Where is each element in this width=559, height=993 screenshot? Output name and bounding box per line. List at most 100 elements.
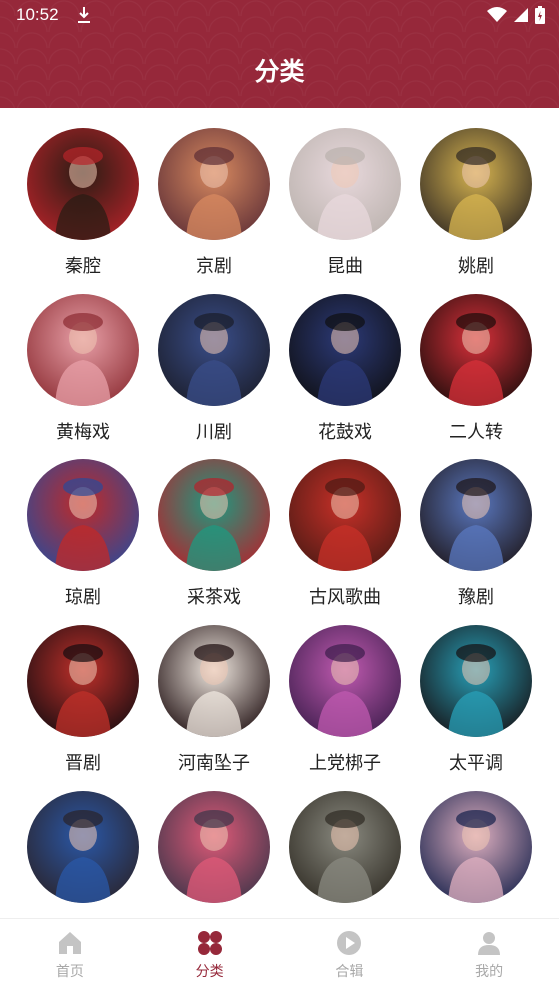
nav-collection-label: 合辑 [335, 964, 364, 980]
opera-photo [27, 791, 139, 903]
category-thumbnail[interactable] [158, 791, 270, 903]
opera-photo [420, 791, 532, 903]
home-icon [58, 932, 81, 954]
opera-photo [289, 459, 401, 571]
category-thumbnail[interactable] [420, 128, 532, 240]
category-thumbnail[interactable] [27, 791, 139, 903]
category-item[interactable]: 河南坠子 [144, 625, 284, 775]
category-thumbnail[interactable] [27, 625, 139, 737]
category-label: 姚剧 [458, 256, 494, 277]
status-icons [487, 6, 545, 24]
category-thumbnail[interactable] [289, 294, 401, 406]
category-grid[interactable]: 秦腔 京剧 昆曲 姚剧黄梅戏 川剧 花鼓戏 二人转琼剧 采茶戏 古风歌曲 豫剧晋剧 河南坠子 上党梆子… [0, 108, 559, 918]
category-thumbnail[interactable] [420, 459, 532, 571]
download-icon [78, 7, 90, 23]
opera-photo [27, 625, 139, 737]
opera-photo [420, 294, 532, 406]
category-item[interactable]: 昆曲 [275, 128, 415, 278]
category-thumbnail[interactable] [420, 294, 532, 406]
category-item[interactable] [13, 791, 153, 915]
page-title: 分类 [254, 57, 305, 86]
category-item[interactable] [406, 791, 546, 915]
category-thumbnail[interactable] [289, 791, 401, 903]
battery-icon [535, 6, 545, 24]
opera-photo [158, 791, 270, 903]
nav-category[interactable]: 分类 [140, 919, 280, 993]
opera-photo [27, 459, 139, 571]
category-thumbnail[interactable] [27, 128, 139, 240]
play-icon [337, 931, 362, 955]
header: 10:52 分类 [0, 0, 559, 108]
category-thumbnail[interactable] [27, 294, 139, 406]
category-item[interactable]: 黄梅戏 [13, 294, 153, 444]
category-item[interactable]: 川剧 [144, 294, 284, 444]
category-item[interactable]: 采茶戏 [144, 459, 284, 609]
category-label: 秦腔 [65, 256, 101, 277]
category-thumbnail[interactable] [289, 459, 401, 571]
category-label: 采茶戏 [187, 587, 241, 608]
opera-photo [158, 625, 270, 737]
category-item[interactable]: 豫剧 [406, 459, 546, 609]
opera-photo [27, 128, 139, 240]
category-item[interactable]: 秦腔 [13, 128, 153, 278]
category-item[interactable]: 晋剧 [13, 625, 153, 775]
opera-photo [158, 459, 270, 571]
category-label: 二人转 [449, 422, 503, 443]
category-item[interactable]: 二人转 [406, 294, 546, 444]
category-item[interactable]: 上党梆子 [275, 625, 415, 775]
opera-photo [289, 625, 401, 737]
category-thumbnail[interactable] [158, 294, 270, 406]
category-item[interactable]: 姚剧 [406, 128, 546, 278]
opera-photo [420, 459, 532, 571]
category-label: 川剧 [196, 422, 232, 443]
user-icon [478, 932, 501, 955]
opera-photo [158, 294, 270, 406]
nav-collection[interactable]: 合辑 [280, 919, 420, 993]
wifi-icon [487, 7, 507, 22]
nav-home[interactable]: 首页 [0, 919, 140, 993]
category-label: 晋剧 [65, 753, 101, 774]
nav-mine[interactable]: 我的 [419, 919, 559, 993]
opera-photo [289, 128, 401, 240]
category-label: 古风歌曲 [309, 587, 381, 608]
category-thumbnail[interactable] [27, 459, 139, 571]
app-screen: 10:52 分类 秦腔 京剧 昆曲 姚剧 黄梅戏 川剧 花鼓戏 二人转 琼剧 采… [0, 0, 559, 993]
opera-photo [420, 625, 532, 737]
category-thumbnail[interactable] [289, 128, 401, 240]
category-item[interactable]: 花鼓戏 [275, 294, 415, 444]
opera-photo [420, 128, 532, 240]
category-thumbnail[interactable] [158, 128, 270, 240]
category-icon [197, 931, 222, 955]
category-item[interactable]: 古风歌曲 [275, 459, 415, 609]
status-time: 10:52 [16, 5, 59, 24]
category-item[interactable] [144, 791, 284, 915]
nav-home-label: 首页 [55, 964, 84, 980]
category-label: 豫剧 [458, 587, 494, 608]
bottom-nav: 首页 分类 合辑 我的 [0, 918, 559, 993]
opera-photo [27, 294, 139, 406]
category-thumbnail[interactable] [420, 791, 532, 903]
category-item[interactable]: 琼剧 [13, 459, 153, 609]
category-thumbnail[interactable] [420, 625, 532, 737]
category-label: 上党梆子 [309, 753, 381, 774]
category-item[interactable] [275, 791, 415, 915]
category-item[interactable]: 京剧 [144, 128, 284, 278]
opera-photo [289, 791, 401, 903]
category-thumbnail[interactable] [289, 625, 401, 737]
nav-mine-label: 我的 [475, 964, 504, 980]
category-label: 太平调 [449, 753, 503, 774]
category-label: 琼剧 [65, 587, 101, 608]
category-item[interactable]: 太平调 [406, 625, 546, 775]
category-thumbnail[interactable] [158, 459, 270, 571]
category-label: 昆曲 [327, 256, 363, 277]
opera-photo [158, 128, 270, 240]
signal-icon [514, 8, 528, 22]
category-label: 京剧 [196, 256, 232, 277]
opera-photo [289, 294, 401, 406]
nav-category-label: 分类 [195, 964, 224, 980]
status-bar: 10:52 [0, 0, 559, 32]
category-thumbnail[interactable] [158, 625, 270, 737]
category-label: 黄梅戏 [56, 422, 110, 443]
category-label: 花鼓戏 [318, 422, 372, 443]
category-label: 河南坠子 [178, 753, 250, 774]
